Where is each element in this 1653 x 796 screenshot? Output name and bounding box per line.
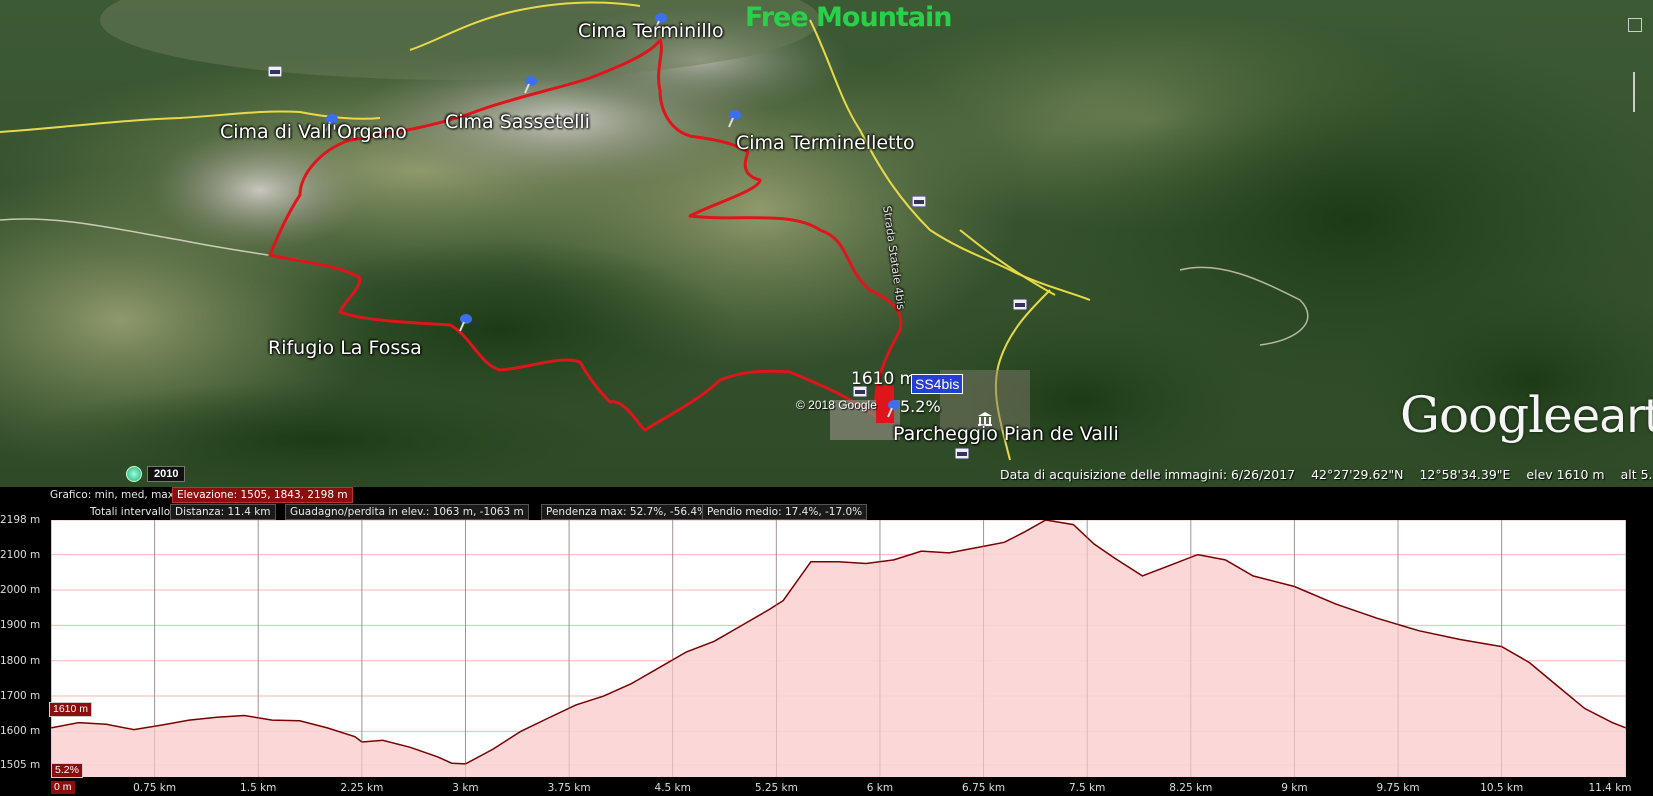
pushpin-icon[interactable] <box>885 398 901 418</box>
historical-imagery-badge[interactable]: 2010 <box>126 464 186 484</box>
logo-earth-text: earth <box>1571 389 1653 443</box>
y-tick-label: 1700 m <box>0 690 41 703</box>
logo-google-text: Google <box>1400 386 1573 444</box>
placemark-label[interactable]: Rifugio La Fossa <box>268 337 422 359</box>
compass-icon[interactable] <box>1628 18 1642 32</box>
distance-stat: Distanza: 11.4 km <box>170 504 276 520</box>
position-elevation-label: 1610 m <box>851 369 917 389</box>
elevation-profile-panel[interactable]: Grafico: min, med, max Elevazione: 1505,… <box>0 487 1653 796</box>
google-earth-window: Free Mountain Cima Terminillo Cima Sasse… <box>0 0 1653 796</box>
x-tick-label: 1.5 km <box>240 782 277 794</box>
zoom-slider[interactable] <box>1633 72 1635 112</box>
elevation-stats: Elevazione: 1505, 1843, 2198 m <box>172 487 353 503</box>
totals-label: Totali intervallo <box>90 506 171 518</box>
placemark-label[interactable]: Parcheggio Pian de Valli <box>893 423 1119 445</box>
cursor-grade-badge: 5.2% <box>51 763 83 778</box>
x-tick-label: 7.5 km <box>1068 782 1106 794</box>
x-tick-label: 5.25 km <box>754 782 798 794</box>
lodging-icon <box>912 196 926 207</box>
longitude: 12°58'34.39"E <box>1419 467 1511 482</box>
x-tick-label: 0.75 km <box>133 782 177 794</box>
google-earth-logo: Googleearth <box>1400 386 1653 444</box>
pushpin-icon[interactable] <box>522 74 538 94</box>
max-grade-stat: Pendenza max: 52.7%, -56.4% <box>541 504 713 520</box>
y-tick-label: 2100 m <box>0 548 41 561</box>
x-tick-label: 9.75 km <box>1376 782 1420 794</box>
x-tick-label: 10.5 km <box>1480 782 1524 794</box>
position-grade-label: 5.2% <box>900 397 941 416</box>
avg-grade-stat: Pendio medio: 17.4%, -17.0% <box>702 504 868 520</box>
y-tick-label: 1800 m <box>0 654 41 667</box>
x-tick-label: 8.25 km <box>1169 782 1213 794</box>
y-tick-label: 1900 m <box>0 619 41 632</box>
x-tick-label: 11.4 km <box>1588 782 1632 794</box>
lodging-icon <box>268 66 282 77</box>
x-tick-label: 2.25 km <box>340 782 384 794</box>
map-view[interactable]: Free Mountain Cima Terminillo Cima Sasse… <box>0 0 1653 487</box>
status-bar: Data di acquisizione delle immagini: 6/2… <box>1000 467 1653 482</box>
pushpin-icon[interactable] <box>726 108 742 128</box>
x-tick-label: 9 km <box>1281 782 1308 794</box>
watermark: Free Mountain <box>745 2 953 33</box>
lodging-icon <box>955 448 969 459</box>
elevation-chart[interactable] <box>50 519 1627 777</box>
graph-label: Grafico: min, med, max <box>50 489 174 501</box>
road-shield-label: SS4bis <box>911 374 964 394</box>
navigation-controls[interactable] <box>1628 18 1642 118</box>
x-tick-label: 4.5 km <box>654 782 691 794</box>
x-tick-label: 6.75 km <box>962 782 1006 794</box>
clock-icon[interactable] <box>126 466 142 482</box>
altitude-readout: alt 5.65 km <box>1620 467 1653 482</box>
x-tick-label: 3.75 km <box>547 782 591 794</box>
y-tick-label: 1505 m <box>0 759 41 771</box>
placemark-label[interactable]: Cima Terminelletto <box>736 132 915 154</box>
elevation-chart-area[interactable] <box>50 519 1627 777</box>
placemark-label[interactable]: Cima di Vall'Organo <box>220 121 407 143</box>
elevation-readout: elev 1610 m <box>1526 467 1605 482</box>
placemark-label[interactable]: Cima Sassetelli <box>445 111 590 133</box>
copyright-text: © 2018 Google <box>796 398 877 412</box>
y-tick-label: 2198 m <box>0 514 41 526</box>
latitude: 42°27'29.62"N <box>1311 467 1404 482</box>
acquisition-date: Data di acquisizione delle immagini: 6/2… <box>1000 467 1296 482</box>
elevation-area <box>51 520 1626 777</box>
imagery-year[interactable]: 2010 <box>147 466 186 482</box>
cursor-distance-badge: 0 m <box>51 781 75 794</box>
x-tick-label: 3 km <box>452 782 479 794</box>
y-tick-label: 2000 m <box>0 584 41 596</box>
pushpin-icon[interactable] <box>457 312 473 332</box>
y-tick-label: 1600 m <box>0 725 41 738</box>
x-tick-label: 6 km <box>866 782 894 794</box>
lodging-icon <box>1013 299 1027 310</box>
placemark-label[interactable]: Cima Terminillo <box>578 20 724 42</box>
gain-loss-stat: Guadagno/perdita in elev.: 1063 m, -1063… <box>285 504 529 520</box>
cursor-elevation-badge: 1610 m <box>49 702 93 717</box>
